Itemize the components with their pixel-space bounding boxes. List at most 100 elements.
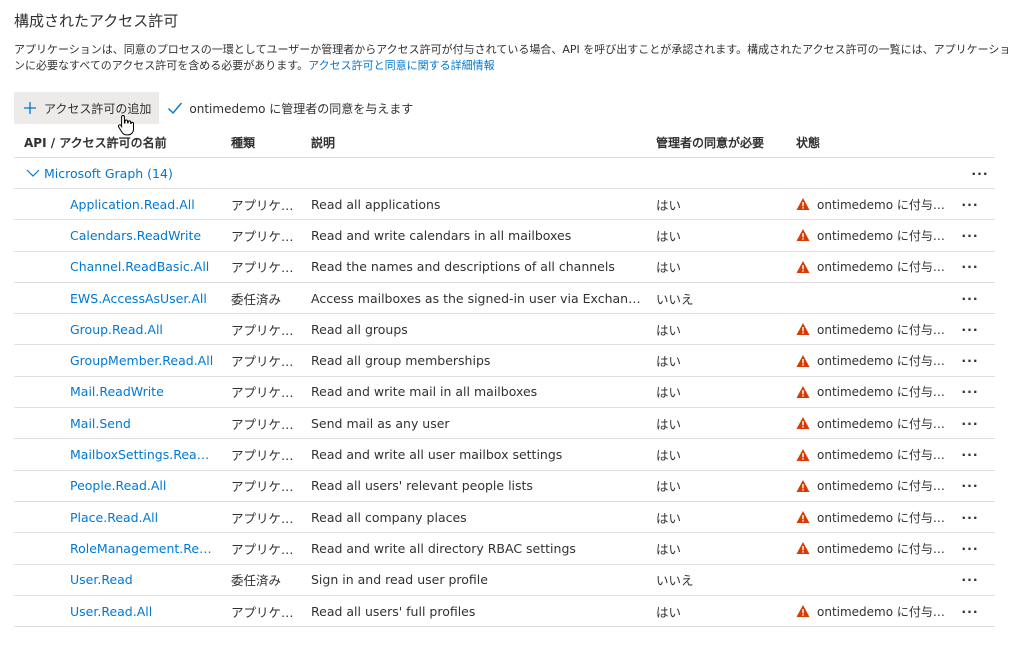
more-options-icon[interactable]: ··· (955, 197, 985, 212)
more-options-icon[interactable]: ··· (955, 384, 985, 399)
consent-status: ontimedemo に付与さ… (786, 383, 955, 400)
column-header-name[interactable]: API / アクセス許可の名前 (14, 134, 217, 151)
admin-consent-required: はい (656, 416, 682, 432)
permission-name-link[interactable]: Calendars.ReadWrite (14, 228, 217, 243)
table-row: Group.Read.All アプリケー… Read all groups はい ont… (14, 314, 995, 346)
warning-icon (796, 510, 810, 524)
status-text: ontimedemo に付与さ… (817, 416, 955, 431)
table-row: Calendars.ReadWrite アプリケー… Read and write … (14, 220, 995, 252)
status-text: ontimedemo に付与さ… (817, 228, 955, 243)
group-label: Microsoft Graph (14) (44, 165, 173, 181)
admin-consent-required: はい (656, 541, 682, 557)
permission-description: Read all users' relevant people lists (311, 478, 533, 494)
warning-icon (796, 354, 810, 368)
table-row: Place.Read.All アプリケー… Read all company pla… (14, 502, 995, 534)
admin-consent-required: はい (656, 479, 682, 495)
more-options-icon[interactable]: ··· (965, 166, 995, 181)
more-options-icon[interactable]: ··· (955, 353, 985, 368)
table-row: Mail.ReadWrite アプリケー… Read and write mail … (14, 377, 995, 409)
more-options-icon[interactable]: ··· (955, 478, 985, 493)
consent-status: ontimedemo に付与さ… (786, 540, 955, 557)
more-options-icon[interactable]: ··· (955, 322, 985, 337)
status-text: ontimedemo に付与さ… (817, 510, 955, 525)
consent-status: ontimedemo に付与さ… (786, 477, 955, 494)
permission-name-link[interactable]: Mail.Send (14, 416, 217, 431)
consent-status: ontimedemo に付与さ… (786, 321, 955, 338)
permission-description: Read and write all directory RBAC settin… (311, 540, 576, 556)
permission-type: アプリケー… (231, 604, 297, 620)
permission-name-link[interactable]: EWS.AccessAsUser.All (14, 291, 217, 306)
permission-type: アプリケー… (231, 479, 297, 495)
admin-consent-required: はい (656, 354, 682, 370)
permission-description: Read the names and descriptions of all c… (311, 259, 615, 275)
permission-name-link[interactable]: People.Read.All (14, 478, 217, 493)
consent-status: ontimedemo に付与さ… (786, 258, 955, 275)
admin-consent-required: はい (656, 322, 682, 338)
more-options-icon[interactable]: ··· (955, 259, 985, 274)
permission-type: アプリケー… (231, 510, 297, 526)
permission-name-link[interactable]: Application.Read.All (14, 197, 217, 212)
permission-description: Read and write calendars in all mailboxe… (311, 227, 572, 243)
permissions-table: API / アクセス許可の名前 種類 説明 管理者の同意が必要 状態 Micro… (14, 128, 995, 628)
warning-icon (796, 448, 810, 462)
checkmark-icon (167, 100, 183, 116)
status-text: ontimedemo に付与さ… (817, 354, 955, 369)
permission-description: Read all company places (311, 509, 467, 525)
consent-status: ontimedemo に付与さ… (786, 446, 955, 463)
permission-name-link[interactable]: MailboxSettings.ReadWrite (14, 447, 217, 462)
column-header-description[interactable]: 説明 (297, 134, 646, 151)
column-header-status[interactable]: 状態 (786, 134, 955, 151)
status-text: ontimedemo に付与さ… (817, 541, 955, 556)
permission-name-link[interactable]: User.Read (14, 572, 217, 587)
more-options-icon[interactable]: ··· (955, 228, 985, 243)
warning-icon (796, 260, 810, 274)
permission-name-link[interactable]: Mail.ReadWrite (14, 384, 217, 399)
more-options-icon[interactable]: ··· (955, 541, 985, 556)
status-text: ontimedemo に付与さ… (817, 479, 955, 494)
permission-description: Read all groups (311, 321, 408, 337)
column-header-admin-consent[interactable]: 管理者の同意が必要 (646, 134, 786, 151)
warning-icon (796, 228, 810, 242)
permission-name-link[interactable]: Place.Read.All (14, 510, 217, 525)
table-row: Mail.Send アプリケー… Send mail as any user はい on… (14, 408, 995, 440)
description-text: アプリケーションは、同意のプロセスの一環としてユーザーか管理者からアクセス許可が… (14, 43, 1011, 72)
permission-type: 委任済み (231, 573, 282, 589)
permission-type: アプリケー… (231, 228, 297, 244)
permission-description: Read all applications (311, 196, 441, 212)
status-text: ontimedemo に付与さ… (817, 385, 955, 400)
warning-icon (796, 322, 810, 336)
permission-name-link[interactable]: GroupMember.Read.All (14, 353, 217, 368)
group-toggle[interactable]: Microsoft Graph (14) (14, 166, 965, 181)
more-options-icon[interactable]: ··· (955, 291, 985, 306)
permission-name-link[interactable]: User.Read.All (14, 604, 217, 619)
more-options-icon[interactable]: ··· (955, 572, 985, 587)
status-text: ontimedemo に付与さ… (817, 322, 955, 337)
permission-description: Access mailboxes as the signed-in user v… (311, 290, 646, 306)
grant-admin-consent-label: ontimedemo に管理者の同意を与えます (189, 101, 414, 116)
group-row-microsoft-graph: Microsoft Graph (14) ··· (14, 158, 995, 189)
plus-icon (22, 100, 38, 116)
permission-type: アプリケー… (231, 541, 297, 557)
more-options-icon[interactable]: ··· (955, 447, 985, 462)
permission-type: アプリケー… (231, 448, 297, 464)
grant-admin-consent-button[interactable]: ontimedemo に管理者の同意を与えます (159, 92, 421, 124)
permission-name-link[interactable]: Group.Read.All (14, 322, 217, 337)
more-options-icon[interactable]: ··· (955, 604, 985, 619)
column-header-type[interactable]: 種類 (217, 134, 297, 151)
warning-icon (796, 385, 810, 399)
warning-icon (796, 479, 810, 493)
permission-description: Sign in and read user profile (311, 572, 488, 588)
more-options-icon[interactable]: ··· (955, 416, 985, 431)
permission-name-link[interactable]: RoleManagement.ReadWri (14, 541, 217, 556)
status-text: ontimedemo に付与さ… (817, 260, 955, 275)
add-permission-button[interactable]: アクセス許可の追加 (14, 92, 160, 124)
consent-status: ontimedemo に付与さ… (786, 196, 955, 213)
warning-icon (796, 197, 810, 211)
permission-type: アプリケー… (231, 354, 297, 370)
consent-status: ontimedemo に付与さ… (786, 603, 955, 620)
admin-consent-required: はい (656, 448, 682, 464)
table-header: API / アクセス許可の名前 種類 説明 管理者の同意が必要 状態 (14, 128, 995, 158)
learn-more-link[interactable]: アクセス許可と同意に関する詳細情報 (308, 59, 494, 72)
more-options-icon[interactable]: ··· (955, 510, 985, 525)
permission-name-link[interactable]: Channel.ReadBasic.All (14, 259, 217, 274)
